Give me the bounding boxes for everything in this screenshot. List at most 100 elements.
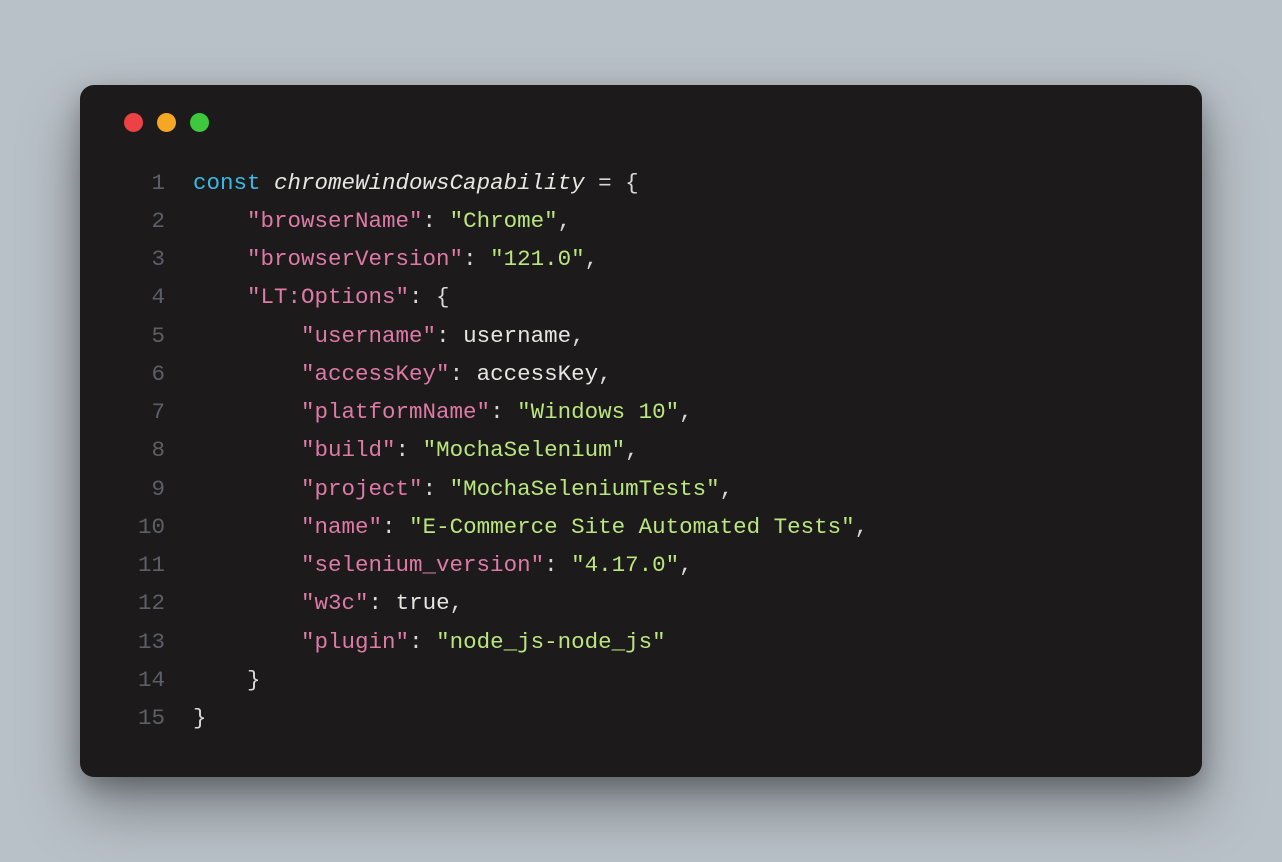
code-token: : (490, 399, 517, 425)
code-line: 2 "browserName": "Chrome", (120, 202, 1162, 240)
code-line: 8 "build": "MochaSelenium", (120, 431, 1162, 469)
line-number: 2 (120, 202, 165, 240)
code-token: : (382, 514, 409, 540)
line-content: } (193, 661, 261, 699)
code-line: 10 "name": "E-Commerce Site Automated Te… (120, 508, 1162, 546)
code-token: : (463, 246, 490, 272)
code-token: "121.0" (490, 246, 585, 272)
code-line: 9 "project": "MochaSeleniumTests", (120, 470, 1162, 508)
code-token: "browserName" (247, 208, 423, 234)
line-content: "w3c": true, (193, 584, 463, 622)
code-token: : (423, 476, 450, 502)
code-token: "node_js-node_js" (436, 629, 666, 655)
code-line: 11 "selenium_version": "4.17.0", (120, 546, 1162, 584)
line-number: 15 (120, 699, 165, 737)
code-line: 13 "plugin": "node_js-node_js" (120, 623, 1162, 661)
code-token: "Windows 10" (517, 399, 679, 425)
code-token: : (409, 629, 436, 655)
code-token: "username" (301, 323, 436, 349)
code-token: , (720, 476, 734, 502)
line-number: 9 (120, 470, 165, 508)
code-line: 15} (120, 699, 1162, 737)
line-number: 4 (120, 278, 165, 316)
code-line: 4 "LT:Options": { (120, 278, 1162, 316)
code-token: "build" (301, 437, 396, 463)
code-token: : (544, 552, 571, 578)
line-content: "username": username, (193, 317, 585, 355)
code-editor[interactable]: 1const chromeWindowsCapability = {2 "bro… (120, 164, 1162, 738)
line-number: 11 (120, 546, 165, 584)
code-token: , (855, 514, 869, 540)
code-line: 12 "w3c": true, (120, 584, 1162, 622)
code-token: username (463, 323, 571, 349)
code-token: , (625, 437, 639, 463)
line-number: 3 (120, 240, 165, 278)
code-token: "project" (301, 476, 423, 502)
code-line: 1 const chromeWindowsCapability = { (120, 164, 1162, 202)
code-token: "w3c" (301, 590, 369, 616)
code-token: chromeWindowsCapability (274, 170, 585, 196)
code-token: , (450, 590, 464, 616)
code-token: : (450, 361, 477, 387)
code-token: , (679, 552, 693, 578)
code-token: "browserVersion" (247, 246, 463, 272)
code-line: 6 "accessKey": accessKey, (120, 355, 1162, 393)
code-token: "Chrome" (450, 208, 558, 234)
line-content: "browserName": "Chrome", (193, 202, 571, 240)
code-token: : (436, 323, 463, 349)
line-content: } (193, 699, 207, 737)
line-number: 1 (120, 164, 165, 202)
code-token: "platformName" (301, 399, 490, 425)
line-number: 14 (120, 661, 165, 699)
line-content: "accessKey": accessKey, (193, 355, 612, 393)
line-number: 12 (120, 584, 165, 622)
code-token: , (558, 208, 572, 234)
code-token: , (585, 246, 599, 272)
code-token: : (396, 437, 423, 463)
code-token: accessKey (477, 361, 599, 387)
code-token: } (247, 667, 261, 693)
maximize-icon[interactable] (190, 113, 209, 132)
code-token: "accessKey" (301, 361, 450, 387)
code-token: "MochaSelenium" (423, 437, 626, 463)
line-content: "selenium_version": "4.17.0", (193, 546, 693, 584)
close-icon[interactable] (124, 113, 143, 132)
line-number: 8 (120, 431, 165, 469)
line-number: 7 (120, 393, 165, 431)
line-content: "plugin": "node_js-node_js" (193, 623, 666, 661)
code-token: , (598, 361, 612, 387)
code-token: "selenium_version" (301, 552, 544, 578)
minimize-icon[interactable] (157, 113, 176, 132)
line-number: 5 (120, 317, 165, 355)
code-token: "4.17.0" (571, 552, 679, 578)
code-line: 14 } (120, 661, 1162, 699)
code-token: : (369, 590, 396, 616)
line-content: "browserVersion": "121.0", (193, 240, 598, 278)
code-token: "LT:Options" (247, 284, 409, 310)
code-line: 5 "username": username, (120, 317, 1162, 355)
code-token: : (423, 208, 450, 234)
code-token: const (193, 170, 261, 196)
traffic-lights (120, 113, 1162, 132)
line-content: "platformName": "Windows 10", (193, 393, 693, 431)
code-token (261, 170, 275, 196)
line-number: 10 (120, 508, 165, 546)
code-token: , (679, 399, 693, 425)
code-token: "E-Commerce Site Automated Tests" (409, 514, 855, 540)
code-token: : { (409, 284, 450, 310)
code-token: } (193, 705, 207, 731)
line-content: "project": "MochaSeleniumTests", (193, 470, 733, 508)
line-content: "name": "E-Commerce Site Automated Tests… (193, 508, 868, 546)
line-content: "build": "MochaSelenium", (193, 431, 639, 469)
code-line: 7 "platformName": "Windows 10", (120, 393, 1162, 431)
line-number: 6 (120, 355, 165, 393)
code-token: = { (585, 170, 639, 196)
line-number: 13 (120, 623, 165, 661)
line-content: "LT:Options": { (193, 278, 450, 316)
code-token: "plugin" (301, 629, 409, 655)
line-content: const chromeWindowsCapability = { (193, 164, 639, 202)
code-window: 1const chromeWindowsCapability = {2 "bro… (80, 85, 1202, 778)
code-line: 3 "browserVersion": "121.0", (120, 240, 1162, 278)
code-token: true (396, 590, 450, 616)
code-token: "name" (301, 514, 382, 540)
